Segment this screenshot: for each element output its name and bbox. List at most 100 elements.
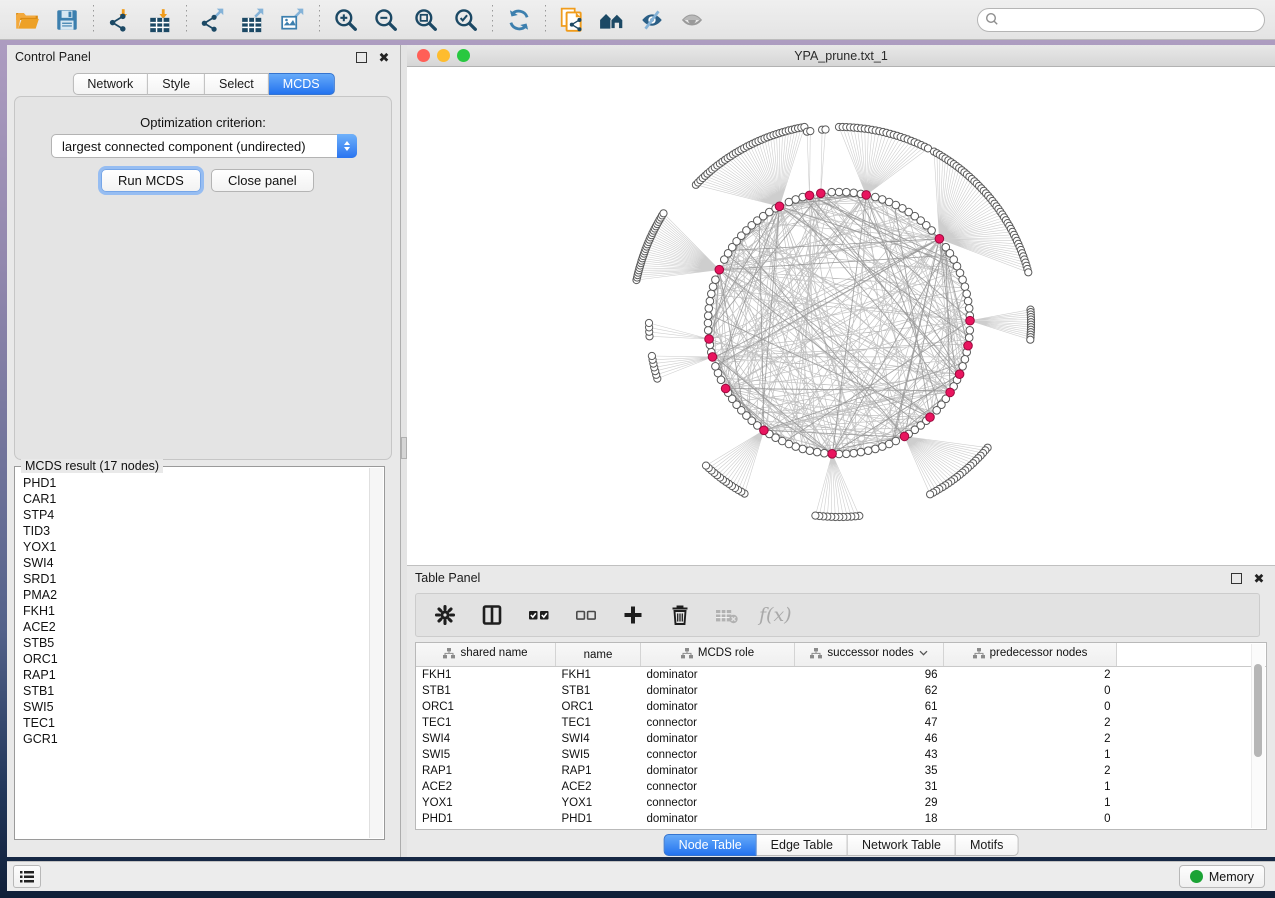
tab-network[interactable]: Network <box>72 73 148 95</box>
mcds-node-item[interactable]: SWI5 <box>23 699 368 715</box>
memory-button[interactable]: Memory <box>1179 865 1265 888</box>
graph-leaf-node[interactable] <box>1025 269 1032 276</box>
graph-hub-node[interactable] <box>926 413 935 422</box>
graph-node[interactable] <box>704 327 712 335</box>
table-row[interactable]: TEC1TEC1connector472 <box>416 715 1267 731</box>
mcds-node-item[interactable]: STP4 <box>23 507 368 523</box>
graph-node[interactable] <box>961 283 969 291</box>
graph-node[interactable] <box>806 447 814 455</box>
close-panel-button[interactable]: ✖ <box>376 49 392 65</box>
deselect-all-button[interactable] <box>571 598 601 632</box>
table-options-gear-button[interactable] <box>430 598 460 632</box>
table-tab-motifs[interactable]: Motifs <box>956 834 1018 856</box>
graph-hub-node[interactable] <box>708 353 717 362</box>
first-neighbors-button[interactable] <box>595 4 629 36</box>
export-image-button[interactable] <box>276 4 310 36</box>
table-scrollbar-thumb[interactable] <box>1254 664 1262 757</box>
mcds-node-item[interactable]: PHD1 <box>23 475 368 491</box>
graph-hub-node[interactable] <box>828 450 837 459</box>
graph-leaf-node[interactable] <box>812 512 819 519</box>
column-header-MCDS-role[interactable]: MCDS role <box>641 643 795 667</box>
mcds-node-item[interactable]: PMA2 <box>23 587 368 603</box>
graph-node[interactable] <box>704 319 712 327</box>
table-row[interactable]: PHD1PHD1dominator180 <box>416 811 1267 827</box>
column-header-name[interactable]: name <box>556 643 641 667</box>
mcds-node-item[interactable]: TID3 <box>23 523 368 539</box>
graph-node[interactable] <box>705 305 713 313</box>
network-window-titlebar[interactable]: YPA_prune.txt_1 <box>407 45 1275 67</box>
import-network-button[interactable] <box>103 4 137 36</box>
table-row[interactable]: ORC1ORC1dominator610 <box>416 699 1267 715</box>
graph-node[interactable] <box>959 363 967 371</box>
column-header-predecessor-nodes[interactable]: predecessor nodes <box>944 643 1117 667</box>
graph-node[interactable] <box>843 188 851 196</box>
close-panel-button-mcds[interactable]: Close panel <box>211 169 314 192</box>
graph-node[interactable] <box>872 445 880 453</box>
mcds-node-item[interactable]: SRD1 <box>23 571 368 587</box>
graph-node[interactable] <box>928 227 936 235</box>
mcds-node-item[interactable]: RAP1 <box>23 667 368 683</box>
graph-hub-node[interactable] <box>935 235 944 244</box>
open-button[interactable] <box>10 4 44 36</box>
graph-leaf-node[interactable] <box>807 128 814 135</box>
table-tab-network-table[interactable]: Network Table <box>848 834 956 856</box>
table-tab-edge-table[interactable]: Edge Table <box>757 834 848 856</box>
graph-leaf-node[interactable] <box>702 462 709 469</box>
graph-node[interactable] <box>709 283 717 291</box>
graph-node[interactable] <box>813 448 821 456</box>
show-column-panel-button[interactable] <box>477 598 507 632</box>
mcds-node-item[interactable]: YOX1 <box>23 539 368 555</box>
table-row[interactable]: FKH1FKH1dominator962 <box>416 667 1267 684</box>
show-all-button[interactable] <box>675 4 709 36</box>
graph-hub-node[interactable] <box>966 316 975 325</box>
delete-column-button[interactable] <box>665 598 695 632</box>
graph-hub-node[interactable] <box>760 426 769 435</box>
close-window-icon[interactable] <box>417 49 430 62</box>
graph-node[interactable] <box>857 448 865 456</box>
mcds-node-item[interactable]: SWI4 <box>23 555 368 571</box>
close-table-panel-button[interactable]: ✖ <box>1251 570 1267 586</box>
new-network-from-selection-button[interactable] <box>555 4 589 36</box>
graph-node[interactable] <box>963 290 971 298</box>
graph-node[interactable] <box>850 189 858 197</box>
graph-node[interactable] <box>704 312 712 320</box>
graph-node[interactable] <box>961 356 969 364</box>
search-input[interactable] <box>977 8 1265 32</box>
graph-node[interactable] <box>792 196 800 204</box>
graph-hub-node[interactable] <box>955 370 964 379</box>
mcds-list-scrollbar[interactable] <box>369 468 383 838</box>
graph-hub-node[interactable] <box>705 335 714 344</box>
hide-selected-button[interactable] <box>635 4 669 36</box>
graph-node[interactable] <box>712 363 720 371</box>
criterion-dropdown[interactable]: largest connected component (undirected) <box>51 134 357 158</box>
float-table-panel-button[interactable] <box>1228 570 1244 586</box>
graph-hub-node[interactable] <box>946 388 955 397</box>
tab-mcds[interactable]: MCDS <box>269 73 335 95</box>
refresh-button[interactable] <box>502 4 536 36</box>
add-column-button[interactable] <box>618 598 648 632</box>
graph-node[interactable] <box>872 193 880 201</box>
graph-node[interactable] <box>864 447 872 455</box>
column-header-shared-name[interactable]: shared name <box>416 643 556 667</box>
graph-leaf-node[interactable] <box>645 319 652 326</box>
graph-hub-node[interactable] <box>900 432 909 441</box>
mcds-result-list[interactable]: PHD1CAR1STP4TID3YOX1SWI4SRD1PMA2FKH1ACE2… <box>17 475 368 837</box>
graph-leaf-node[interactable] <box>660 210 667 217</box>
maximize-window-icon[interactable] <box>457 49 470 62</box>
graph-hub-node[interactable] <box>817 189 826 198</box>
graph-node[interactable] <box>933 407 941 415</box>
show-panels-list-button[interactable] <box>13 865 41 888</box>
mcds-node-item[interactable]: FKH1 <box>23 603 368 619</box>
graph-hub-node[interactable] <box>964 341 973 350</box>
table-row[interactable]: SWI5SWI5connector431 <box>416 747 1267 763</box>
run-mcds-button[interactable]: Run MCDS <box>101 169 201 192</box>
graph-node[interactable] <box>706 297 714 305</box>
graph-node[interactable] <box>965 305 973 313</box>
graph-node[interactable] <box>708 290 716 298</box>
graph-leaf-node[interactable] <box>822 126 829 133</box>
graph-node[interactable] <box>821 449 829 457</box>
table-row[interactable]: RAP1RAP1dominator352 <box>416 763 1267 779</box>
save-button[interactable] <box>50 4 84 36</box>
network-graph[interactable] <box>407 67 1275 565</box>
zoom-out-button[interactable] <box>369 4 403 36</box>
